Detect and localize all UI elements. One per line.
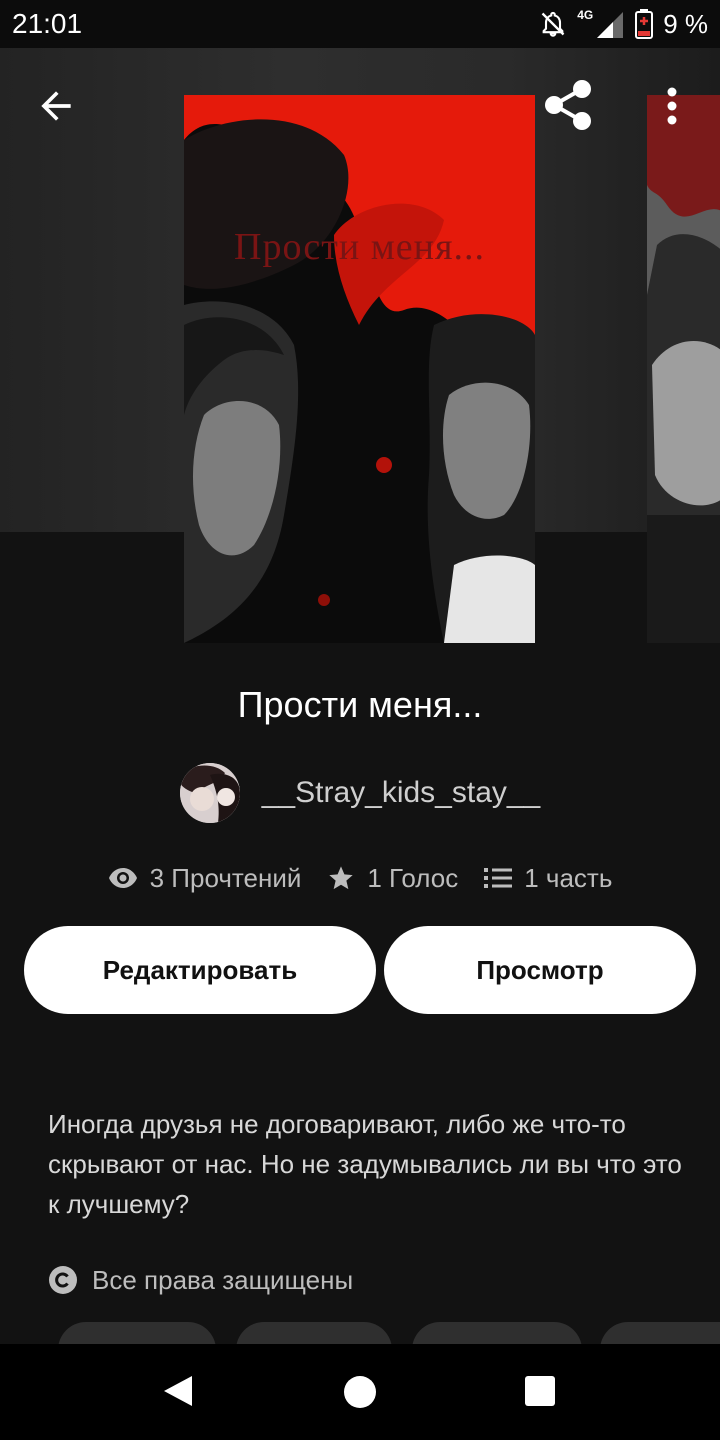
author-name[interactable]: __Stray_kids_stay__ [262, 776, 541, 810]
star-icon [329, 866, 354, 890]
story-details-screen: 21:01 4G 9 % Прости меня... Прости меня.… [0, 0, 720, 1440]
share-icon [545, 80, 591, 130]
signal-4g-icon: 4G [577, 8, 625, 38]
story-stats: 3 Прочтений 1 Голос 1 часть [0, 858, 720, 898]
nav-recents-button[interactable] [525, 1376, 555, 1406]
copyright-row: Все права защищены [48, 1262, 353, 1298]
story-description: Иногда друзья не договаривают, либо же ч… [48, 1109, 682, 1219]
battery-percent: 9 % [663, 8, 708, 39]
top-app-bar [0, 48, 720, 168]
copyright-icon [49, 1266, 77, 1294]
author-avatar-image [179, 763, 240, 823]
nav-back-button[interactable] [162, 1374, 194, 1413]
back-button[interactable] [34, 84, 78, 128]
nav-home-button[interactable] [344, 1376, 376, 1408]
edit-button[interactable]: Редактировать [24, 926, 376, 1014]
cover-title: Прости меня... [234, 226, 485, 268]
author-row[interactable]: __Stray_kids_stay__ [0, 760, 720, 826]
more-vertical-icon [667, 87, 677, 125]
votes-count: 1 Голос [367, 862, 459, 893]
tag-chip[interactable] [58, 1322, 216, 1344]
copyright-text: Все права защищены [92, 1264, 354, 1295]
reads-stat: 3 Прочтений [108, 862, 302, 894]
tag-chip[interactable] [412, 1322, 582, 1344]
battery-low-icon [635, 9, 654, 39]
eye-icon [108, 868, 137, 888]
status-time: 21:01 [12, 8, 83, 39]
parts-stat: 1 часть [484, 863, 612, 894]
next-story-cover[interactable] [647, 95, 720, 643]
tag-chip[interactable] [600, 1322, 720, 1344]
more-options-button[interactable] [652, 82, 692, 130]
notifications-off-icon [541, 11, 565, 37]
story-title: Прости меня... [237, 684, 483, 725]
view-button[interactable]: Просмотр [384, 926, 696, 1014]
reads-count: 3 Прочтений [149, 862, 302, 893]
system-navigation-bar [0, 1344, 720, 1440]
arrow-left-icon [41, 91, 71, 121]
triangle-back-icon [164, 1376, 192, 1406]
cover-artwork [184, 95, 535, 643]
votes-stat: 1 Голос [327, 863, 458, 894]
share-button[interactable] [540, 78, 596, 132]
story-cover[interactable]: Прости меня... [184, 95, 535, 643]
next-cover-artwork [647, 95, 720, 643]
tags-row [0, 1322, 720, 1344]
list-icon [484, 868, 513, 888]
status-bar: 21:01 4G 9 % [0, 0, 720, 48]
avatar[interactable] [179, 763, 240, 823]
tag-chip[interactable] [236, 1322, 392, 1344]
parts-count: 1 часть [524, 862, 613, 893]
status-icons: 4G 9 % [539, 8, 708, 40]
